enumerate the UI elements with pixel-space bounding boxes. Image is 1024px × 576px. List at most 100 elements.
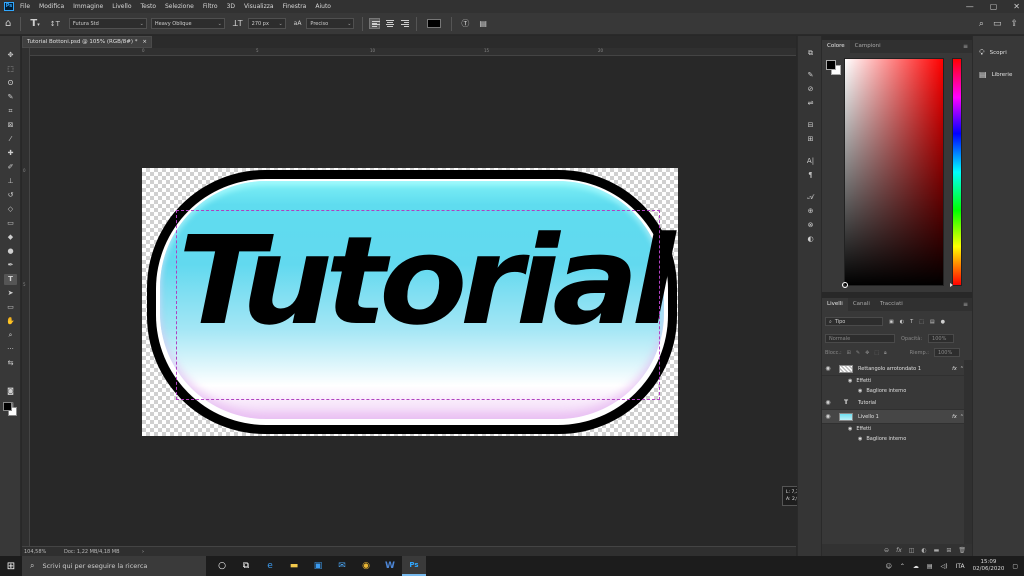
align-right-button[interactable] <box>399 18 410 29</box>
menu-modifica[interactable]: Modifica <box>39 3 64 10</box>
eye-icon[interactable]: ◉ <box>848 378 852 384</box>
task-view-icon[interactable]: ⧉ <box>234 556 258 576</box>
healing-brush-icon[interactable]: ✚ <box>4 148 17 159</box>
file-explorer-icon[interactable]: ▬ <box>282 556 306 576</box>
pen-tool-icon[interactable]: ✒ <box>4 260 17 271</box>
clone-source-icon[interactable]: ⊟ <box>805 120 816 130</box>
notifications-icon[interactable]: ▢ <box>1012 563 1018 570</box>
lock-position-icon[interactable]: ✥ <box>865 350 869 356</box>
photoshop-logo[interactable]: Ps <box>4 2 14 11</box>
filter-type-icon[interactable]: T <box>910 319 913 325</box>
chrome-icon[interactable]: ◉ <box>354 556 378 576</box>
volume-icon[interactable]: ◁) <box>941 563 948 570</box>
character-panel-icon[interactable]: ▤ <box>479 19 487 28</box>
marquee-tool-icon[interactable]: ⬚ <box>4 64 17 75</box>
history-panel-icon[interactable]: ⧉ <box>805 48 816 58</box>
menu-selezione[interactable]: Selezione <box>165 3 194 10</box>
tab-livelli[interactable]: Livelli <box>822 298 848 311</box>
font-style-select[interactable]: Heavy Oblique ⌄ <box>150 18 225 29</box>
minimize-button[interactable]: — <box>966 2 974 11</box>
layer-row-tutorial[interactable]: ◉ T Tutorial <box>822 396 964 410</box>
panel-menu-icon[interactable]: ≡ <box>963 43 968 50</box>
new-adjustment-icon[interactable]: ◐ <box>921 547 926 554</box>
adjustments-icon[interactable]: ⇌ <box>805 98 816 108</box>
start-button[interactable]: ⊞ <box>0 561 22 572</box>
menu-immagine[interactable]: Immagine <box>73 3 103 10</box>
menu-aiuto[interactable]: Aiuto <box>315 3 331 10</box>
hue-slider-handle[interactable] <box>950 283 953 287</box>
warp-text-icon[interactable]: Ⓣ <box>461 18 469 29</box>
paths-icon[interactable]: ⊗ <box>805 220 816 230</box>
glyphs-panel-icon[interactable]: 𝒜 <box>805 192 816 202</box>
brushes-panel-icon[interactable]: ⊘ <box>805 84 816 94</box>
edit-toolbar-icon[interactable]: ⇆ <box>4 358 17 369</box>
maximize-button[interactable]: ▢ <box>990 2 998 11</box>
color-wheel-icon[interactable]: ◐ <box>805 234 816 244</box>
properties-icon[interactable]: ⊞ <box>805 134 816 144</box>
blend-mode-select[interactable]: Normale <box>825 334 895 343</box>
styles-panel-icon[interactable]: ⊕ <box>805 206 816 216</box>
more-tools-icon[interactable]: ··· <box>4 344 17 355</box>
move-tool-icon[interactable]: ✥ <box>4 50 17 61</box>
eyedropper-tool-icon[interactable]: ⁄ <box>4 134 17 145</box>
fx-icon[interactable]: fx <box>952 414 957 420</box>
onedrive-icon[interactable]: ☁ <box>913 563 919 570</box>
new-group-icon[interactable]: ▬ <box>934 547 940 554</box>
people-icon[interactable]: ☺ <box>886 563 892 570</box>
text-color-swatch[interactable] <box>427 19 442 28</box>
character-panel-icon[interactable]: A| <box>805 156 816 166</box>
document-tab[interactable]: Tutorial Bottoni.psd @ 105% (RGB/8#) * × <box>22 36 152 48</box>
delete-layer-icon[interactable]: 🗑︎ <box>958 547 966 554</box>
clock[interactable]: 15:09 02/06/2020 <box>973 559 1005 573</box>
lock-pixels-icon[interactable]: ⊞ <box>847 350 851 356</box>
chevron-up-icon[interactable]: ⌃ <box>900 563 905 570</box>
mail-icon[interactable]: ✉ <box>330 556 354 576</box>
foreground-swatch[interactable] <box>826 60 836 70</box>
link-layers-icon[interactable]: ⊖ <box>884 547 889 554</box>
lasso-tool-icon[interactable]: ʘ <box>4 78 17 89</box>
word-icon[interactable]: W <box>378 556 402 576</box>
scopri-item[interactable]: 💡︎ Scopri <box>979 48 1007 58</box>
paragraph-panel-icon[interactable]: ¶ <box>805 170 816 180</box>
eye-icon[interactable]: ◉ <box>822 365 834 372</box>
dodge-tool-icon[interactable]: ● <box>4 246 17 257</box>
menu-livello[interactable]: Livello <box>112 3 131 10</box>
lock-artboard-icon[interactable]: ⬚ <box>874 350 879 356</box>
eye-icon[interactable]: ◉ <box>822 399 834 406</box>
history-brush-icon[interactable]: ↺ <box>4 190 17 201</box>
menu-filtro[interactable]: Filtro <box>203 3 218 10</box>
filter-adjust-icon[interactable]: ◐ <box>900 319 904 325</box>
crop-tool-icon[interactable]: ⌗ <box>4 106 17 117</box>
tab-canali[interactable]: Canali <box>848 298 875 311</box>
clone-stamp-icon[interactable]: ⊥ <box>4 176 17 187</box>
text-tool-preset-icon[interactable]: T▾ <box>30 18 39 29</box>
menu-finestra[interactable]: Finestra <box>283 3 307 10</box>
librerie-item[interactable]: ▤ Librerie <box>979 70 1012 79</box>
menu-visualizza[interactable]: Visualizza <box>244 3 274 10</box>
filter-shape-icon[interactable]: ⬚ <box>919 319 924 325</box>
taskbar-search[interactable]: ⌕ Scrivi qui per eseguire la ricerca <box>22 556 206 576</box>
layers-scrollbar[interactable] <box>964 360 972 544</box>
eye-icon[interactable]: ◉ <box>858 388 862 394</box>
close-button[interactable]: ✕ <box>1013 2 1020 11</box>
language-indicator[interactable]: ITA <box>956 563 965 570</box>
menu-3d[interactable]: 3D <box>227 3 235 10</box>
add-style-icon[interactable]: fx <box>896 547 902 554</box>
edge-icon[interactable]: e <box>258 556 282 576</box>
layer-row-rettangolo[interactable]: ◉ Rettangolo arrotondato 1 fx ⌃ <box>822 362 964 376</box>
path-select-icon[interactable]: ➤ <box>4 288 17 299</box>
filter-toggle-icon[interactable]: ● <box>941 319 945 325</box>
store-icon[interactable]: ▣ <box>306 556 330 576</box>
search-icon[interactable]: ⌕ <box>979 19 984 29</box>
layer-row-livello-1[interactable]: ◉ Livello 1 fx ⌃ <box>822 410 964 424</box>
font-size-select[interactable]: 270 px ⌄ <box>247 18 286 29</box>
add-mask-icon[interactable]: ◫ <box>909 547 915 554</box>
filter-smart-icon[interactable]: ▤ <box>930 319 935 325</box>
foreground-color[interactable] <box>3 402 12 411</box>
opacity-input[interactable]: 100% <box>928 334 955 343</box>
fx-icon[interactable]: fx <box>952 366 957 372</box>
tab-colore[interactable]: Colore <box>822 40 850 53</box>
layer-filter-select[interactable]: ⌕ Tipo <box>825 317 883 326</box>
eye-icon[interactable]: ◉ <box>858 436 862 442</box>
font-family-select[interactable]: Futura Std ⌄ <box>68 18 147 29</box>
